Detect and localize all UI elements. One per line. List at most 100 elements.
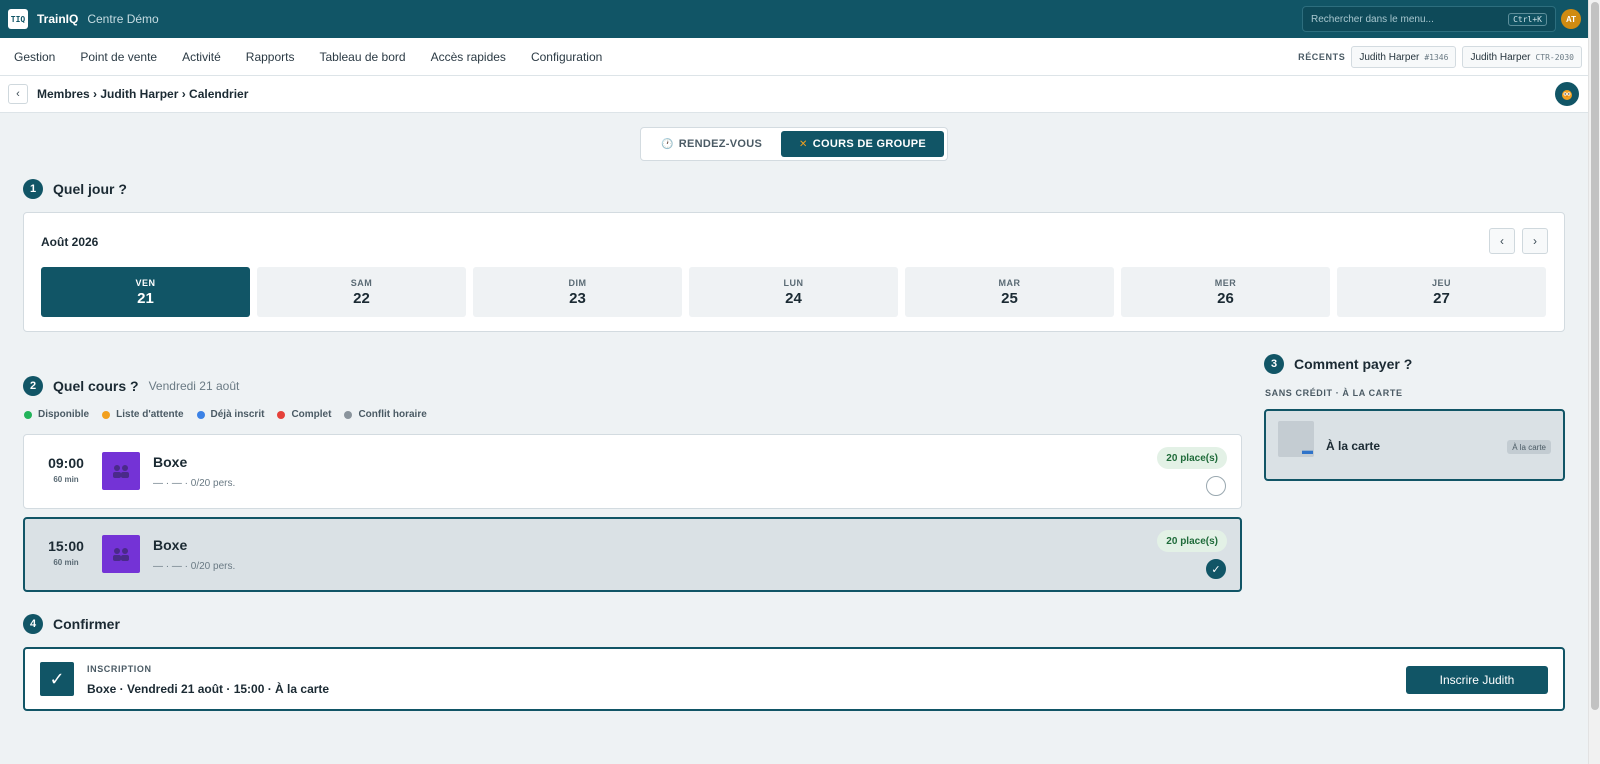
payment-option-card[interactable]: ▬ À la carte À la carte — [1264, 409, 1565, 481]
step-3-heading: 3 Comment payer ? — [1264, 354, 1412, 374]
confirmation-card: ✓ INSCRIPTION Boxe · Vendredi 21 août · … — [23, 647, 1565, 711]
day-name: LUN — [783, 277, 804, 288]
course-time: 09:00 — [48, 455, 84, 471]
center-name: Centre Démo — [87, 12, 159, 26]
course-select-radio[interactable] — [1206, 476, 1226, 496]
menu-search-input[interactable]: Rechercher dans le menu... Ctrl+K — [1302, 6, 1556, 32]
menu-item-tableau-de-bord[interactable]: Tableau de bord — [319, 50, 405, 64]
scrollbar-thumb[interactable] — [1591, 2, 1599, 710]
day-number: 23 — [569, 289, 586, 307]
legend-label: Liste d'attente — [116, 409, 184, 420]
legend-item: Complet — [277, 409, 331, 420]
register-button[interactable]: Inscrire Judith — [1406, 666, 1548, 694]
course-time: 15:00 — [48, 538, 84, 554]
course-name: Boxe — [153, 537, 188, 553]
day-option[interactable]: DIM 23 — [473, 267, 682, 317]
breadcrumb: Membres › Judith Harper › Calendrier — [37, 87, 249, 101]
calendar-card: Août 2026 ‹ › VEN 21 SAM 22 DIM 23 LUN 2… — [23, 212, 1565, 332]
legend-item: Disponible — [24, 409, 89, 420]
legend-item: Déjà inscrit — [196, 409, 265, 420]
legend-dot — [24, 410, 32, 419]
recent-chip-code: CTR-2030 — [1535, 52, 1574, 62]
confirmation-label: INSCRIPTION — [87, 664, 152, 674]
tab-label: RENDEZ-VOUS — [678, 138, 763, 150]
day-selector: VEN 21 SAM 22 DIM 23 LUN 24 MAR 25 MER 2… — [41, 267, 1546, 317]
day-option[interactable]: SAM 22 — [257, 267, 466, 317]
group-icon: ✕ — [799, 138, 808, 150]
step-number: 4 — [23, 614, 43, 634]
confirmation-summary: Boxe · Vendredi 21 août · 15:00 · À la c… — [87, 682, 330, 696]
legend-item: Conflit horaire — [344, 409, 427, 420]
legend-dot — [277, 410, 286, 419]
app-logo[interactable]: TIQ — [8, 9, 28, 29]
recent-chip[interactable]: Judith Harper CTR-2030 — [1462, 46, 1582, 68]
day-option[interactable]: LUN 24 — [689, 267, 898, 317]
menu-item-configuration[interactable]: Configuration — [531, 50, 602, 64]
step-4-heading: 4 Confirmer — [23, 614, 120, 634]
page-scrollbar[interactable] — [1588, 0, 1600, 764]
legend-dot — [102, 410, 111, 419]
menu-item-activite[interactable]: Activité — [182, 50, 221, 64]
prev-week-button[interactable]: ‹ — [1489, 228, 1515, 254]
assistant-mascot-icon[interactable] — [1555, 82, 1579, 106]
breadcrumb-bar: ‹ Membres › Judith Harper › Calendrier — [0, 76, 1588, 113]
menu-item-acces-rapides[interactable]: Accès rapides — [431, 50, 506, 64]
course-duration: 60 min — [53, 558, 79, 567]
menu-item-rapports[interactable]: Rapports — [246, 50, 295, 64]
main-menu-bar: Gestion Point de vente Activité Rapports… — [0, 38, 1588, 76]
legend-label: Complet — [291, 409, 332, 420]
next-week-button[interactable]: › — [1522, 228, 1548, 254]
course-select-radio[interactable]: ✓ — [1206, 559, 1226, 579]
recents-label: RÉCENTS — [1298, 52, 1346, 62]
legend-dot — [344, 410, 353, 419]
booking-mode-toggle: 🕐 RENDEZ-VOUS ✕ COURS DE GROUPE — [640, 127, 948, 161]
day-option[interactable]: MAR 25 — [905, 267, 1114, 317]
credit-card-icon: ▬ — [1302, 445, 1313, 457]
day-number: 26 — [1217, 289, 1234, 307]
boxing-icon — [102, 452, 140, 490]
day-name: MAR — [998, 277, 1021, 288]
tab-cours-de-groupe[interactable]: ✕ COURS DE GROUPE — [781, 131, 944, 157]
clock-icon: 🕐 — [660, 138, 674, 150]
payment-option-tag: À la carte — [1507, 440, 1551, 454]
recent-chip-code: #1346 — [1424, 52, 1449, 62]
availability-legend: Disponible Liste d'attente Déjà inscrit … — [24, 409, 440, 420]
legend-item: Liste d'attente — [102, 409, 184, 420]
day-option[interactable]: JEU 27 — [1337, 267, 1546, 317]
day-name: DIM — [568, 277, 587, 288]
menu-item-gestion[interactable]: Gestion — [14, 50, 55, 64]
brand-name: TrainIQ — [37, 12, 79, 26]
legend-dot — [196, 410, 205, 419]
course-meta: — · — · 0/20 pers. — [153, 478, 236, 489]
day-option[interactable]: MER 26 — [1121, 267, 1330, 317]
recents-group: RÉCENTS Judith Harper #1346 Judith Harpe… — [1298, 38, 1588, 76]
tab-label: COURS DE GROUPE — [812, 138, 927, 150]
step-title: Quel cours ? — [53, 378, 139, 394]
course-card[interactable]: 15:00 60 min Boxe — · — · 0/20 pers. 20 … — [23, 517, 1242, 592]
payment-section-label: SANS CRÉDIT · À LA CARTE — [1265, 388, 1403, 398]
legend-label: Déjà inscrit — [210, 409, 265, 420]
step-subtitle: Vendredi 21 août — [148, 379, 240, 393]
day-number: 25 — [1001, 289, 1018, 307]
top-bar: TIQ TrainIQ Centre Démo Rechercher dans … — [0, 0, 1588, 38]
search-shortcut-badge: Ctrl+K — [1508, 12, 1547, 26]
menu-item-point-de-vente[interactable]: Point de vente — [80, 50, 157, 64]
course-card[interactable]: 09:00 60 min Boxe — · — · 0/20 pers. 20 … — [23, 434, 1242, 509]
tab-rendez-vous[interactable]: 🕐 RENDEZ-VOUS — [644, 131, 779, 157]
recent-chip-name: Judith Harper — [1470, 51, 1531, 63]
recent-chip[interactable]: Judith Harper #1346 — [1351, 46, 1457, 68]
course-time-block: 15:00 60 min — [44, 538, 88, 567]
legend-label: Conflit horaire — [358, 409, 427, 420]
spots-badge: 20 place(s) — [1157, 447, 1227, 469]
back-button[interactable]: ‹ — [8, 84, 28, 104]
step-number: 1 — [23, 179, 43, 199]
course-time-block: 09:00 60 min — [44, 455, 88, 484]
course-duration: 60 min — [53, 475, 79, 484]
step-2-heading: 2 Quel cours ? Vendredi 21 août — [23, 376, 239, 396]
user-avatar[interactable]: AT — [1561, 9, 1581, 29]
day-option[interactable]: VEN 21 — [41, 267, 250, 317]
boxing-icon — [102, 535, 140, 573]
day-name: SAM — [350, 277, 373, 288]
day-number: 27 — [1433, 289, 1450, 307]
step-title: Quel jour ? — [53, 181, 127, 197]
